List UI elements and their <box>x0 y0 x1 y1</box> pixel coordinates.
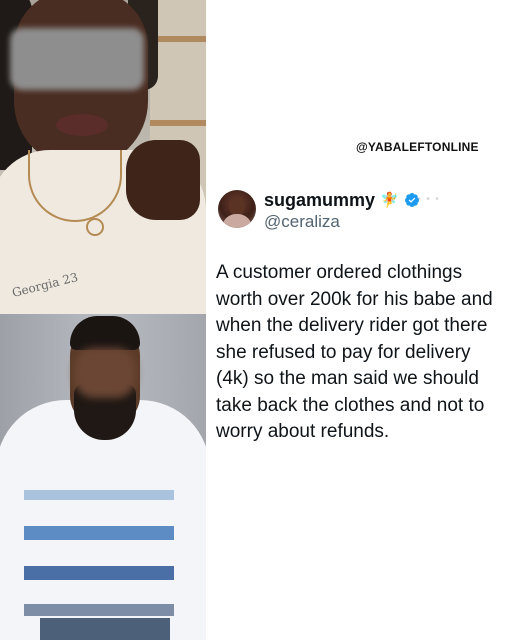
face-blur <box>74 348 136 398</box>
shirt-stripe <box>24 526 174 540</box>
shirt-stripe <box>24 490 174 500</box>
necklace-pendant <box>86 218 104 236</box>
tweet-card: @YABALEFTONLINE • • • sugamummy 🧚 @ceral… <box>206 0 512 640</box>
display-name[interactable]: sugamummy <box>264 190 375 211</box>
verified-badge-icon <box>404 193 419 207</box>
avatar-face <box>229 196 245 216</box>
profile-avatar[interactable] <box>218 190 256 228</box>
watermark: @YABALEFTONLINE <box>356 140 479 154</box>
tweet-text: A customer ordered clothings worth over … <box>216 262 493 442</box>
censor-blur <box>10 28 144 90</box>
mouth <box>56 114 108 136</box>
shirt-stripe <box>24 604 174 616</box>
photo-woman: Georgia 23 <box>0 0 206 314</box>
author-row: sugamummy 🧚 <box>264 188 420 212</box>
fairy-emoji-icon: 🧚 <box>380 191 399 209</box>
hair <box>70 316 140 350</box>
shelf-rail <box>150 36 206 42</box>
shelf-rail <box>150 120 206 126</box>
hand <box>126 140 200 220</box>
avatar-body <box>222 214 252 228</box>
photo-man <box>0 314 206 640</box>
jeans <box>40 618 170 640</box>
shirt-stripe <box>24 566 174 580</box>
username[interactable]: @ceraliza <box>264 212 340 232</box>
